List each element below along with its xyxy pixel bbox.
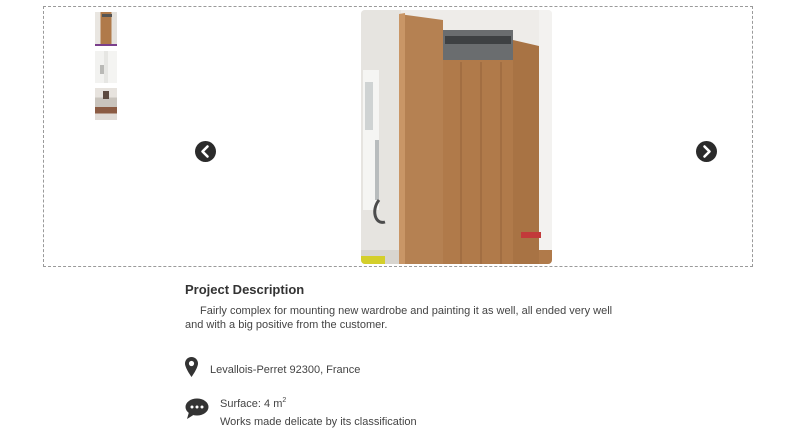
surface-note: Works made delicate by its classificatio… bbox=[220, 416, 417, 428]
thumbnail-1[interactable] bbox=[95, 12, 117, 46]
previous-image-button[interactable] bbox=[195, 141, 216, 162]
main-gallery-image bbox=[361, 10, 552, 264]
surface-value: Surface: 4 m2 bbox=[220, 397, 287, 410]
chevron-left-icon bbox=[201, 145, 209, 158]
thumbnail-2[interactable] bbox=[95, 51, 117, 83]
chevron-right-icon bbox=[703, 145, 711, 158]
project-description-section: Project Description Fairly complex for m… bbox=[185, 282, 625, 332]
thumbnail-strip bbox=[95, 12, 117, 125]
project-description-text: Fairly complex for mounting new wardrobe… bbox=[185, 305, 613, 331]
section-title: Project Description bbox=[185, 282, 305, 297]
thumbnail-3[interactable] bbox=[95, 88, 117, 120]
speech-bubble-icon bbox=[185, 398, 209, 419]
next-image-button[interactable] bbox=[696, 141, 717, 162]
image-gallery bbox=[43, 6, 753, 267]
map-pin-icon bbox=[185, 357, 198, 377]
location-text: Levallois-Perret 92300, France bbox=[210, 364, 361, 376]
